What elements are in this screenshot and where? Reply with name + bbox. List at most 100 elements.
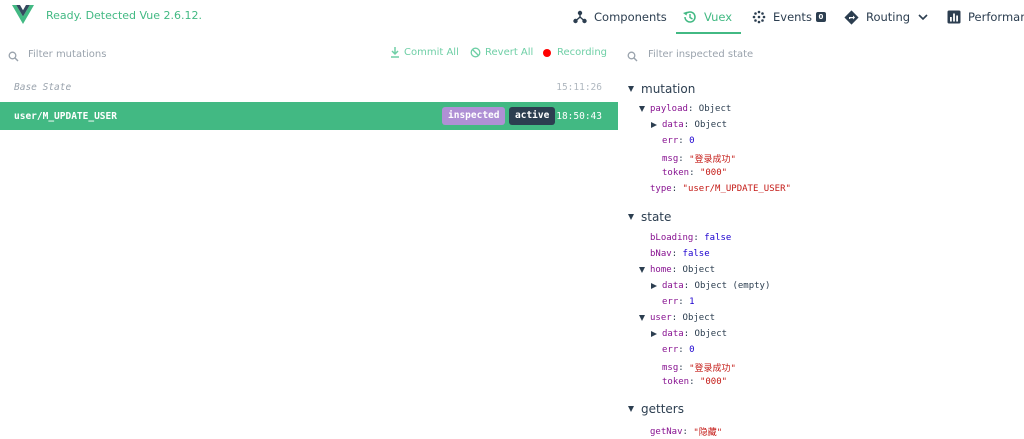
- mutation-row-selected[interactable]: user/M_UPDATE_USER inspected active 18:5…: [0, 102, 618, 130]
- value: false: [682, 249, 710, 259]
- events-icon: [752, 10, 766, 24]
- components-icon: [573, 10, 587, 24]
- inspected-tag: inspected: [442, 107, 506, 125]
- tab-performance-label: Performan: [968, 10, 1024, 24]
- key: data: [662, 120, 684, 130]
- value: "000": [699, 168, 728, 178]
- detection-status: Ready. Detected Vue 2.6.12.: [46, 9, 202, 22]
- value: Object: [694, 120, 728, 130]
- block-icon: [470, 47, 481, 58]
- expand-arrow-icon: [628, 214, 634, 220]
- signpost-icon: [844, 9, 859, 25]
- filter-state-input[interactable]: [648, 44, 1008, 64]
- section-state[interactable]: state: [628, 210, 671, 224]
- value: 1: [689, 297, 695, 307]
- active-tag: active: [509, 107, 556, 125]
- value: Object: [694, 329, 728, 339]
- mutation-time: 18:50:43: [556, 111, 602, 122]
- value: 0: [689, 345, 695, 355]
- key: home: [650, 265, 672, 275]
- collapsed-arrow-icon: [651, 283, 657, 289]
- mutation-name: user/M_UPDATE_USER: [14, 111, 117, 122]
- tree-row-home[interactable]: home: Object: [639, 265, 715, 275]
- events-count-badge: 0: [815, 12, 826, 22]
- section-getters[interactable]: getters: [628, 402, 684, 416]
- value: "隐藏": [693, 428, 723, 438]
- tree-row-bnav: bNav: false: [650, 249, 710, 259]
- tree-row-home-data[interactable]: data: Object (empty): [651, 281, 770, 291]
- tab-events-label: Events: [773, 10, 812, 24]
- tree-row-payload[interactable]: payload: Object: [639, 104, 731, 114]
- revert-all-button[interactable]: Revert All: [470, 47, 533, 58]
- value: "user/M_UPDATE_USER": [682, 184, 791, 194]
- recording-toggle[interactable]: Recording: [543, 47, 607, 58]
- tree-row-user[interactable]: user: Object: [639, 313, 715, 323]
- filter-mutations-input[interactable]: [28, 44, 328, 64]
- tab-routing-label: Routing: [866, 10, 911, 24]
- key: data: [662, 281, 684, 291]
- value: "登录成功": [689, 155, 736, 165]
- tree-row-err: err: 0: [662, 136, 695, 146]
- revert-all-label: Revert All: [485, 47, 534, 58]
- key: data: [662, 329, 684, 339]
- bar-chart-icon: [947, 10, 961, 24]
- expand-arrow-icon: [639, 106, 645, 112]
- tab-events[interactable]: Events 0: [752, 0, 826, 34]
- collapsed-arrow-icon: [651, 122, 657, 128]
- key: getNav: [650, 426, 683, 437]
- expand-arrow-icon: [628, 86, 634, 92]
- value: false: [704, 233, 732, 243]
- vue-logo-icon: [12, 5, 34, 24]
- tree-row-user-token: token: "000": [662, 377, 728, 387]
- key: token: [662, 168, 690, 178]
- key: user: [650, 313, 672, 323]
- value: "000": [699, 377, 728, 387]
- key: token: [662, 377, 690, 387]
- tree-row-data[interactable]: data: Object: [651, 120, 727, 130]
- tree-row-user-data[interactable]: data: Object: [651, 329, 727, 339]
- search-icon: [627, 47, 638, 66]
- value: 0: [689, 136, 695, 146]
- key: bLoading: [650, 233, 694, 243]
- value: Object: [698, 104, 732, 114]
- record-dot-icon: [543, 48, 551, 57]
- tab-components[interactable]: Components: [573, 0, 667, 34]
- expand-arrow-icon: [628, 406, 634, 412]
- expand-arrow-icon: [639, 315, 645, 321]
- tree-row-user-msg: msg: "登录成功": [662, 362, 736, 375]
- key: err: [662, 136, 679, 146]
- key: type: [650, 184, 672, 194]
- tab-performance[interactable]: Performan: [947, 0, 1024, 34]
- section-title: state: [641, 210, 672, 224]
- download-icon: [391, 47, 399, 58]
- header: Ready. Detected Vue 2.6.12. Components V…: [0, 0, 1024, 34]
- value: "登录成功": [689, 364, 736, 374]
- history-icon: [683, 11, 696, 23]
- section-title: mutation: [641, 82, 696, 96]
- chevron-down-icon: [918, 14, 928, 21]
- tree-row-bloading: bLoading: false: [650, 233, 732, 243]
- toolbar: Commit All Revert All Recording: [0, 34, 1024, 74]
- key: err: [662, 297, 679, 307]
- key: err: [662, 345, 679, 355]
- tab-components-label: Components: [594, 10, 667, 24]
- tab-routing[interactable]: Routing: [844, 0, 928, 34]
- search-icon: [8, 47, 19, 66]
- commit-all-button[interactable]: Commit All: [390, 47, 459, 58]
- expand-arrow-icon: [639, 267, 645, 273]
- recording-label: Recording: [557, 47, 608, 58]
- tree-row-user-err: err: 0: [662, 345, 695, 355]
- state-inspector: mutation payload: Object data: Object er…: [622, 74, 1024, 439]
- key: bNav: [650, 249, 672, 259]
- value: Object: [682, 313, 716, 323]
- key: msg: [662, 153, 679, 164]
- tab-vuex-label: Vuex: [704, 10, 733, 24]
- section-mutation[interactable]: mutation: [628, 82, 695, 96]
- key: msg: [662, 362, 679, 373]
- tree-row-type: type: "user/M_UPDATE_USER": [650, 184, 791, 194]
- tree-row-getnav: getNav: "隐藏": [650, 426, 723, 439]
- commit-all-label: Commit All: [404, 47, 459, 58]
- tab-vuex[interactable]: Vuex: [682, 0, 732, 34]
- base-state-row[interactable]: Base State 15:11:26: [0, 74, 618, 102]
- collapsed-arrow-icon: [651, 331, 657, 337]
